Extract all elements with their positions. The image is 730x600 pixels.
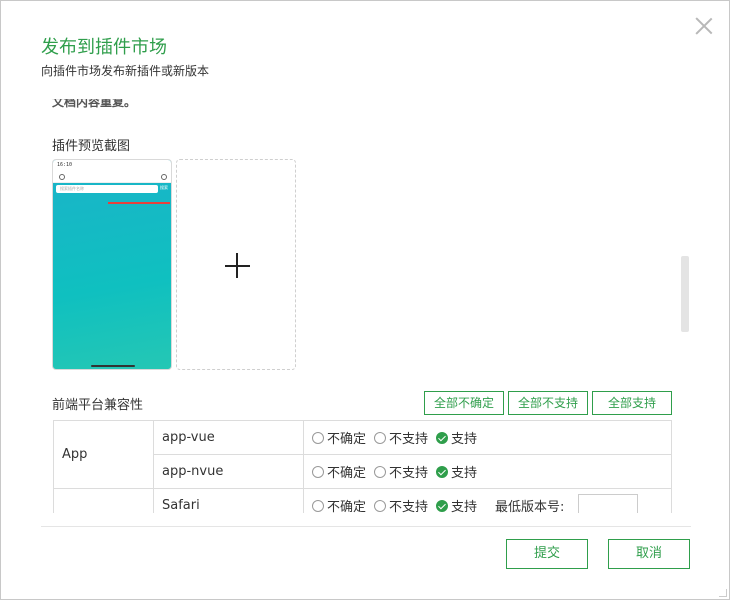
preview-search-box: 搜索插件名称 bbox=[56, 185, 158, 193]
group-cell: App bbox=[53, 420, 154, 489]
radio-uncertain[interactable]: 不确定 bbox=[312, 496, 366, 513]
radio-group: 不确定 不支持 支持 最低版本号: bbox=[312, 493, 663, 513]
dialog-subtitle: 向插件市场发布新插件或新版本 bbox=[41, 64, 210, 78]
radio-group: 不确定 不支持 支持 bbox=[312, 462, 663, 481]
close-icon[interactable] bbox=[695, 17, 713, 35]
options-cell: 不确定 不支持 支持 bbox=[303, 454, 672, 489]
min-version-input[interactable] bbox=[578, 493, 639, 513]
all-supported-button[interactable]: 全部支持 bbox=[592, 391, 672, 415]
check-icon bbox=[436, 465, 449, 478]
table-row: App app-vue 不确定 不支持 支持 bbox=[53, 420, 672, 489]
radio-uncertain[interactable]: 不确定 bbox=[312, 462, 366, 481]
all-unsupported-button[interactable]: 全部不支持 bbox=[508, 391, 588, 415]
dialog-title: 发布到插件市场 bbox=[41, 37, 167, 58]
preview-record-icon bbox=[161, 174, 167, 180]
publish-dialog: 发布到插件市场 向插件市场发布新插件或新版本 文档内容重复。 插件预览截图 16… bbox=[0, 0, 730, 600]
add-screenshot-button[interactable] bbox=[176, 159, 296, 370]
platform-cell: Safari bbox=[153, 488, 304, 513]
preview-search-button: 搜索 bbox=[160, 185, 168, 190]
radio-supported[interactable]: 支持 bbox=[436, 428, 477, 447]
cancel-button[interactable]: 取消 bbox=[608, 539, 690, 569]
preview-screenshot[interactable]: 16:10 搜索插件名称 搜索 bbox=[52, 159, 172, 370]
radio-supported[interactable]: 支持 bbox=[436, 462, 477, 481]
compat-table: App app-vue 不确定 不支持 支持 app-nvue 不确定 不支持 bbox=[53, 420, 672, 513]
platform-cell: app-vue bbox=[153, 420, 304, 455]
compat-label: 前端平台兼容性 bbox=[52, 398, 144, 413]
platform-cell: app-nvue bbox=[153, 454, 304, 489]
options-cell: 不确定 不支持 支持 最低版本号: bbox=[303, 488, 672, 513]
preview-red-line bbox=[108, 202, 170, 204]
radio-unsupported[interactable]: 不支持 bbox=[374, 428, 428, 447]
radio-group: 不确定 不支持 支持 bbox=[312, 428, 663, 447]
all-uncertain-button[interactable]: 全部不确定 bbox=[424, 391, 504, 415]
min-version-label: 最低版本号: bbox=[495, 500, 565, 513]
radio-unsupported[interactable]: 不支持 bbox=[374, 462, 428, 481]
footer-divider bbox=[41, 526, 691, 527]
description-cut-text: 文档内容重复。 bbox=[52, 95, 137, 109]
resize-handle-icon[interactable] bbox=[719, 589, 727, 597]
table-row: Safari 不确定 不支持 支持 最低版本号: bbox=[53, 488, 672, 513]
submit-button[interactable]: 提交 bbox=[506, 539, 588, 569]
radio-uncertain[interactable]: 不确定 bbox=[312, 428, 366, 447]
preview-nav-bar bbox=[53, 171, 171, 183]
radio-supported[interactable]: 支持 bbox=[436, 496, 477, 513]
group-cell bbox=[53, 488, 154, 513]
radio-unsupported[interactable]: 不支持 bbox=[374, 496, 428, 513]
scrollbar-thumb[interactable] bbox=[681, 256, 689, 332]
preview-circle-icon bbox=[59, 174, 65, 180]
preview-home-indicator bbox=[91, 365, 135, 367]
check-icon bbox=[436, 499, 449, 512]
check-icon bbox=[436, 431, 449, 444]
preview-status-bar: 16:10 bbox=[53, 160, 171, 171]
options-cell: 不确定 不支持 支持 bbox=[303, 420, 672, 455]
plus-icon-vertical bbox=[236, 253, 238, 278]
preview-label: 插件预览截图 bbox=[52, 139, 131, 154]
form-scroll-area[interactable]: 文档内容重复。 插件预览截图 16:10 搜索插件名称 搜索 前端平台兼容性 全… bbox=[41, 89, 691, 513]
